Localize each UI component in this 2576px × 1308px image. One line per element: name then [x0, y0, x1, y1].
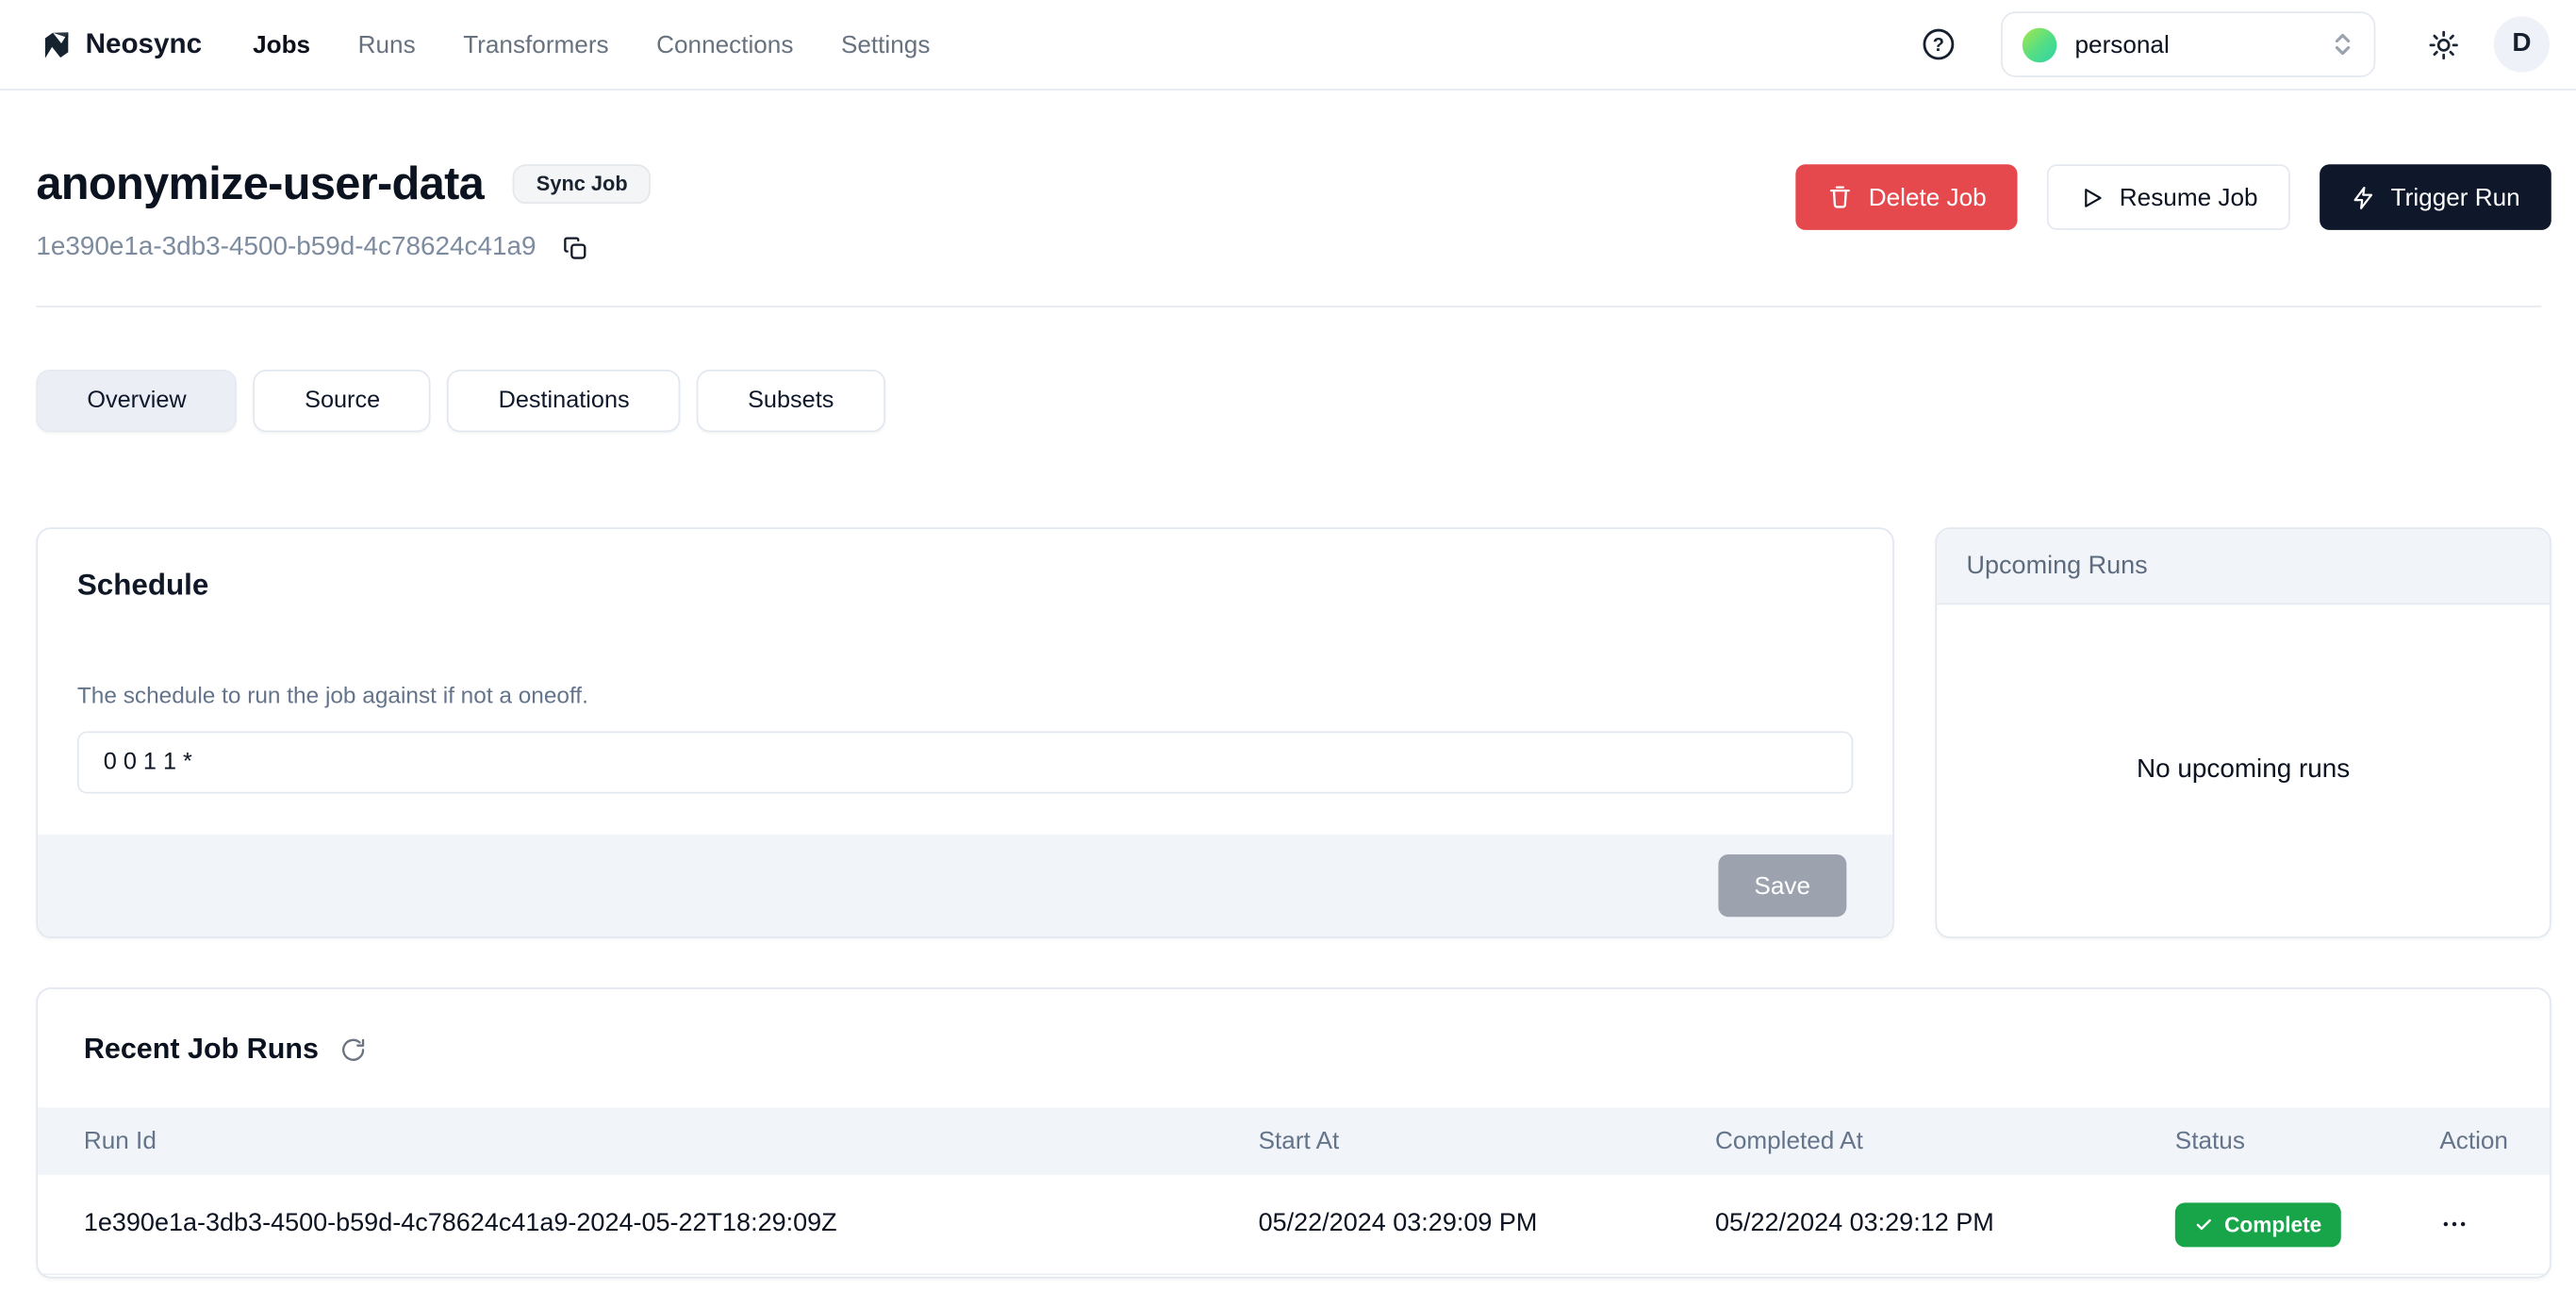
table-row: 1e390e1a-3db3-4500-b59d-4c78624c41a9-202… — [38, 1175, 2550, 1275]
job-type-badge: Sync Job — [513, 164, 651, 204]
tab-source[interactable]: Source — [254, 370, 431, 432]
refresh-icon — [340, 1036, 367, 1063]
table-header-row: Run Id Start At Completed At Status Acti… — [38, 1107, 2550, 1174]
job-tabs: Overview Source Destinations Subsets — [36, 370, 2551, 432]
page-header: anonymize-user-data Sync Job 1e390e1a-3d… — [36, 157, 2551, 263]
schedule-title: Schedule — [77, 569, 1853, 604]
recent-runs-table: Run Id Start At Completed At Status Acti… — [38, 1107, 2550, 1275]
col-start-at: Start At — [1259, 1127, 1715, 1155]
title-row: anonymize-user-data Sync Job — [36, 157, 651, 212]
recent-runs-heading-row: Recent Job Runs — [38, 989, 2550, 1067]
brand-link[interactable]: Neosync — [40, 27, 202, 62]
trigger-run-button[interactable]: Trigger Run — [2320, 164, 2551, 230]
tab-destinations[interactable]: Destinations — [448, 370, 681, 432]
nav-item-runs[interactable]: Runs — [358, 30, 416, 58]
neosync-logo-icon — [40, 27, 74, 62]
resume-job-label: Resume Job — [2120, 183, 2258, 211]
help-icon: ? — [1922, 28, 1955, 61]
header-separator — [36, 306, 2541, 307]
delete-job-button[interactable]: Delete Job — [1796, 164, 2018, 230]
col-run-id: Run Id — [84, 1127, 1259, 1155]
col-status: Status — [2175, 1127, 2440, 1155]
header-actions: Delete Job Resume Job — [1796, 164, 2551, 263]
upcoming-runs-header: Upcoming Runs — [1937, 529, 2550, 604]
trigger-run-label: Trigger Run — [2391, 183, 2520, 211]
cron-schedule-input[interactable] — [77, 731, 1853, 793]
action-cell — [2439, 1209, 2503, 1238]
main-content: anonymize-user-data Sync Job 1e390e1a-3d… — [36, 157, 2551, 1279]
col-action: Action — [2439, 1127, 2508, 1155]
page-title: anonymize-user-data — [36, 157, 484, 212]
top-navbar: Neosync Jobs Runs Transformers Connectio… — [0, 0, 2576, 91]
title-block: anonymize-user-data Sync Job 1e390e1a-3d… — [36, 157, 651, 263]
refresh-runs-button[interactable] — [340, 1036, 367, 1063]
theme-toggle-button[interactable] — [2428, 28, 2459, 59]
save-button[interactable]: Save — [1718, 854, 1846, 917]
zap-icon — [2352, 185, 2376, 209]
completed-at-cell: 05/22/2024 03:29:12 PM — [1715, 1209, 2175, 1238]
nav-item-connections[interactable]: Connections — [656, 30, 793, 58]
delete-job-label: Delete Job — [1869, 183, 1987, 211]
account-select[interactable]: personal — [2001, 11, 2375, 77]
nav-item-transformers[interactable]: Transformers — [463, 30, 608, 58]
help-button[interactable]: ? — [1922, 28, 1955, 61]
nav-item-settings[interactable]: Settings — [841, 30, 930, 58]
schedule-card-footer: Save — [38, 835, 1892, 936]
overview-cards-row: Schedule The schedule to run the job aga… — [36, 527, 2551, 938]
copy-icon — [562, 235, 588, 261]
row-actions-button[interactable] — [2439, 1209, 2469, 1238]
status-label: Complete — [2224, 1212, 2321, 1236]
run-id-cell[interactable]: 1e390e1a-3db3-4500-b59d-4c78624c41a9-202… — [84, 1209, 1259, 1238]
nav-item-jobs[interactable]: Jobs — [253, 30, 310, 58]
nav-left: Neosync Jobs Runs Transformers Connectio… — [40, 27, 931, 62]
nav-right: ? personal — [1922, 11, 2550, 77]
play-icon — [2080, 185, 2105, 209]
upcoming-runs-card: Upcoming Runs No upcoming runs — [1935, 527, 2551, 938]
status-badge: Complete — [2175, 1201, 2341, 1246]
start-at-cell: 05/22/2024 03:29:09 PM — [1259, 1209, 1715, 1238]
account-color-dot — [2023, 27, 2057, 62]
job-id-row: 1e390e1a-3db3-4500-b59d-4c78624c41a9 — [36, 233, 651, 262]
svg-text:?: ? — [1933, 35, 1944, 56]
col-completed-at: Completed At — [1715, 1127, 2175, 1155]
resume-job-button[interactable]: Resume Job — [2047, 164, 2290, 230]
status-cell: Complete — [2175, 1201, 2440, 1246]
app-window: Neosync Jobs Runs Transformers Connectio… — [0, 0, 2576, 1308]
more-horizontal-icon — [2439, 1209, 2469, 1238]
check-icon — [2195, 1215, 2213, 1233]
schedule-card-body: Schedule The schedule to run the job aga… — [38, 529, 1892, 833]
upcoming-runs-empty-state: No upcoming runs — [1937, 604, 2550, 936]
recent-job-runs-card: Recent Job Runs Run Id Start At Complete… — [36, 987, 2551, 1278]
sun-icon — [2428, 28, 2459, 59]
recent-runs-title: Recent Job Runs — [84, 1032, 319, 1067]
job-id-text: 1e390e1a-3db3-4500-b59d-4c78624c41a9 — [36, 233, 536, 262]
tab-overview[interactable]: Overview — [36, 370, 237, 432]
trash-icon — [1827, 184, 1854, 210]
brand-name: Neosync — [86, 28, 202, 61]
schedule-card: Schedule The schedule to run the job aga… — [36, 527, 1894, 938]
tab-subsets[interactable]: Subsets — [697, 370, 884, 432]
chevron-up-down-icon — [2331, 31, 2353, 58]
schedule-description: The schedule to run the job against if n… — [77, 682, 1853, 708]
account-name: personal — [2075, 30, 2332, 58]
primary-nav: Jobs Runs Transformers Connections Setti… — [253, 30, 930, 58]
copy-job-id-button[interactable] — [562, 235, 588, 261]
user-avatar[interactable]: D — [2494, 16, 2550, 72]
